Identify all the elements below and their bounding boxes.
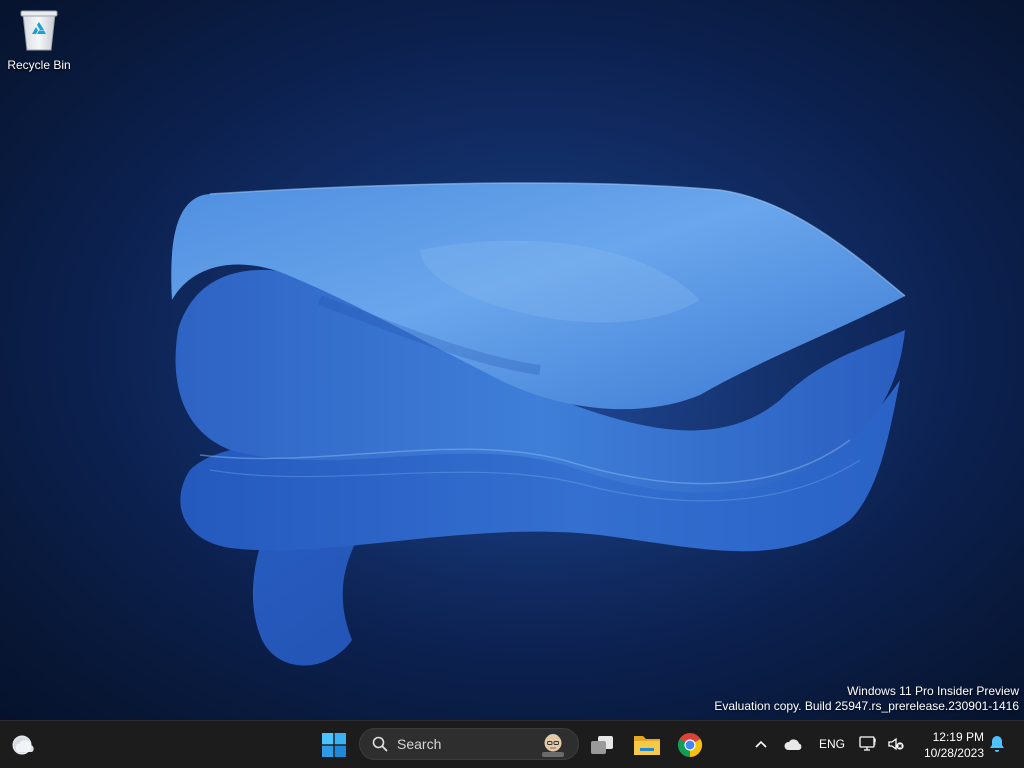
desktop[interactable]: Recycle Bin Windows 11 Pro Insider Previ…: [0, 0, 1024, 720]
wallpaper-bloom: [110, 160, 970, 680]
task-view-icon: [591, 736, 613, 754]
folder-icon: [634, 736, 660, 755]
volume-muted-icon: [888, 737, 904, 751]
search-highlight-avatar-icon[interactable]: [540, 732, 566, 758]
weather-widget-button[interactable]: [8, 731, 38, 759]
network-tray-button[interactable]: [856, 733, 880, 755]
watermark-build: Evaluation copy. Build 25947.rs_prerelea…: [714, 699, 1019, 713]
bell-icon: [990, 736, 1004, 752]
search-box[interactable]: Search: [359, 728, 579, 760]
windows-start-icon: [322, 733, 346, 757]
weather-cloud-icon: [12, 735, 34, 755]
onedrive-tray-button[interactable]: [782, 733, 806, 755]
watermark-edition: Windows 11 Pro Insider Preview: [847, 684, 1019, 698]
taskbar: Search ENG 12:19 PM 10/28/2023: [0, 720, 1024, 768]
clock-button[interactable]: 12:19 PM 10/28/2023: [914, 727, 984, 763]
start-button[interactable]: [318, 729, 350, 761]
network-icon: [859, 736, 876, 751]
chrome-icon: [677, 733, 703, 757]
notification-center-button[interactable]: [986, 733, 1008, 755]
recycle-bin-icon: [20, 10, 58, 51]
search-icon: [372, 736, 388, 752]
clock-time: 12:19 PM: [932, 730, 984, 744]
recycle-bin-label: Recycle Bin: [7, 58, 71, 72]
chevron-up-icon: [755, 740, 767, 748]
task-view-button[interactable]: [586, 729, 618, 761]
chrome-button[interactable]: [674, 729, 706, 761]
input-language-button[interactable]: ENG: [814, 733, 850, 755]
clock-date: 10/28/2023: [923, 746, 984, 760]
search-placeholder: Search: [397, 736, 442, 752]
build-watermark: Windows 11 Pro Insider Preview Evaluatio…: [714, 684, 1019, 714]
recycle-bin-shortcut[interactable]: Recycle Bin: [4, 6, 74, 76]
file-explorer-button[interactable]: [630, 729, 664, 761]
onedrive-cloud-icon: [784, 739, 802, 750]
volume-tray-button[interactable]: [884, 733, 908, 755]
show-hidden-icons-button[interactable]: [750, 733, 772, 755]
